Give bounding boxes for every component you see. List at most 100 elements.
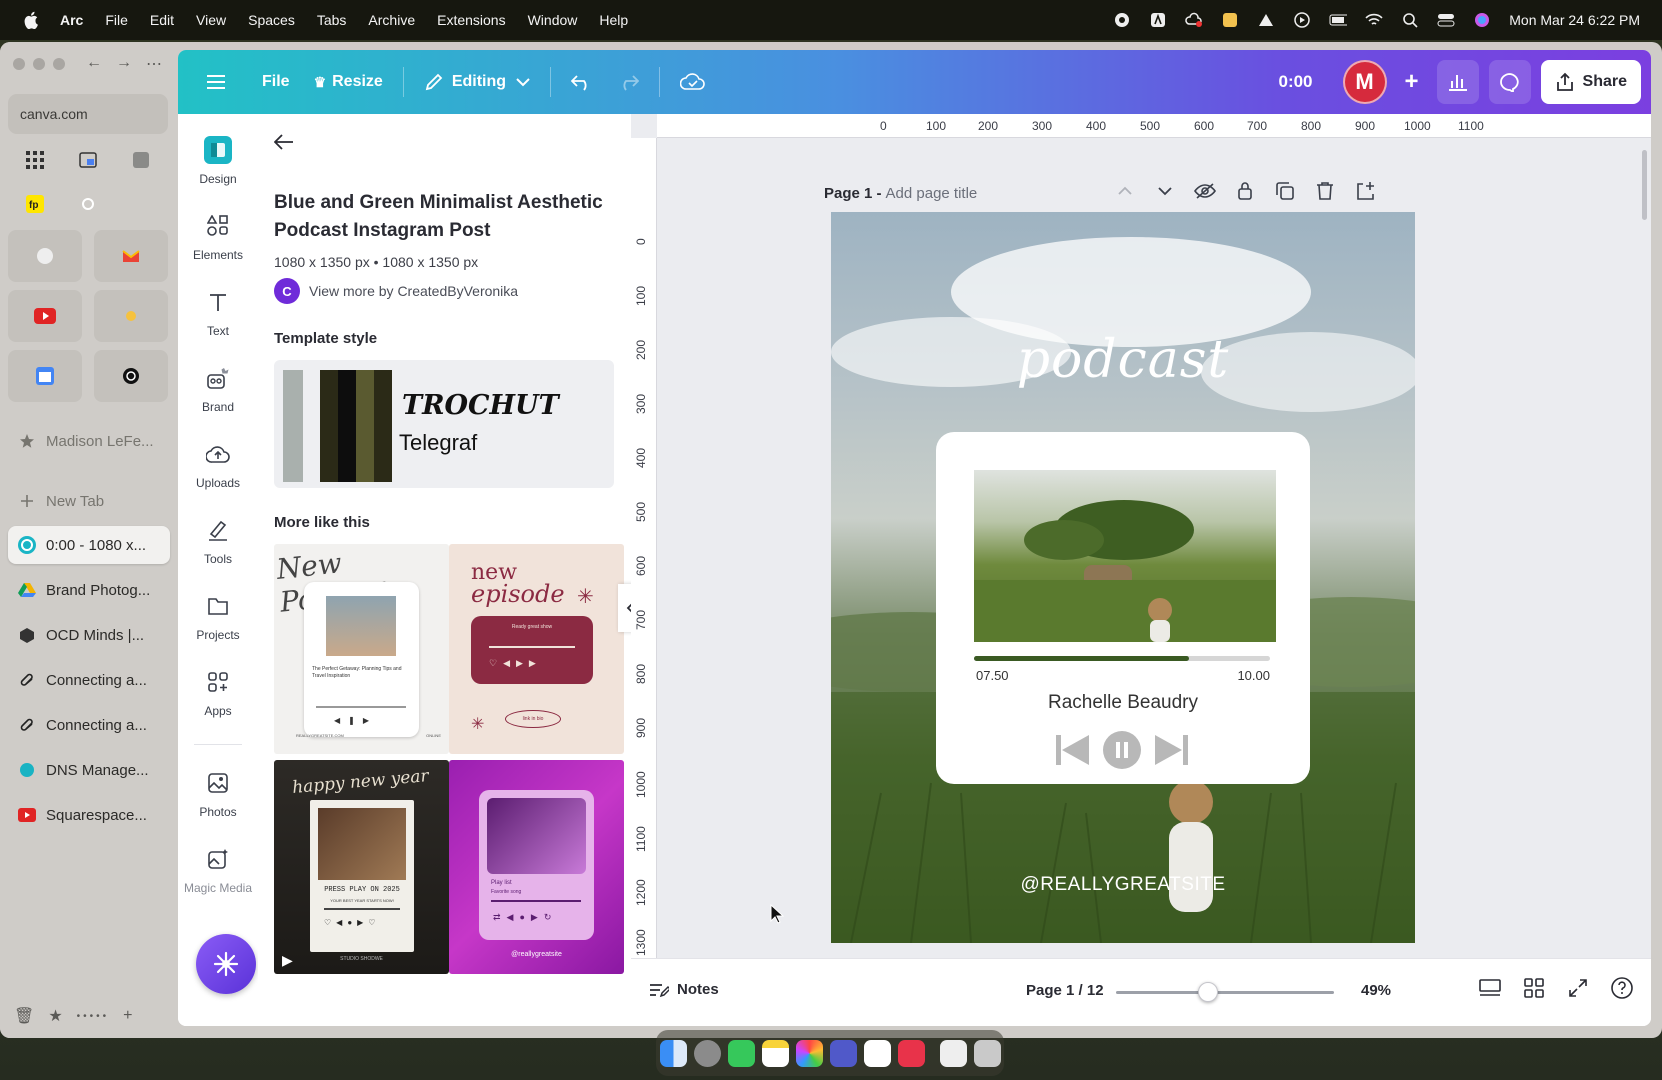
chevron-down-icon[interactable] [1154, 180, 1176, 202]
editing-mode-dropdown[interactable]: Editing [412, 62, 542, 102]
player-progress-bar[interactable] [974, 656, 1270, 661]
fullscreen-icon[interactable] [1567, 977, 1589, 999]
player-card[interactable]: 07.50 10.00 Rachelle Beaudry [936, 432, 1310, 784]
menu-window[interactable]: Window [528, 12, 578, 28]
cluster-icon[interactable] [897, 1039, 925, 1067]
tab-brand-photog[interactable]: Brand Photog... [8, 571, 170, 609]
template-thumb-new-podcast[interactable]: New Podcast The Perfect Getaway: Plannin… [274, 544, 449, 754]
skip-forward-icon[interactable] [1154, 734, 1188, 771]
lock-icon[interactable] [1234, 180, 1256, 202]
artist-name[interactable]: Rachelle Beaudry [936, 692, 1310, 714]
more-options-icon[interactable]: ⋯ [146, 54, 162, 74]
rail-elements[interactable]: Elements [182, 212, 254, 262]
resize-button[interactable]: ♛ Resize [302, 62, 395, 102]
zoom-slider-handle[interactable] [1197, 982, 1218, 1002]
analytics-button[interactable] [1436, 60, 1479, 104]
share-button[interactable]: Share [1540, 60, 1641, 104]
fav-sun-icon[interactable] [94, 290, 168, 342]
slack-icon[interactable] [863, 1039, 891, 1067]
finder-icon[interactable] [659, 1039, 687, 1067]
record-icon[interactable] [1113, 12, 1131, 28]
design-heading[interactable]: podcast [831, 330, 1415, 390]
siri-icon[interactable] [1473, 12, 1491, 28]
fav-dot-icon[interactable] [61, 186, 114, 222]
design-handle[interactable]: @REALLYGREATSITE [831, 874, 1415, 896]
battery-icon[interactable] [1329, 12, 1348, 28]
teams-icon[interactable] [829, 1039, 857, 1067]
rail-brand[interactable]: Brand [182, 364, 254, 414]
fav-circle-icon[interactable] [8, 230, 82, 282]
tab-connecting-1[interactable]: Connecting a... [8, 661, 170, 699]
rail-magic-media[interactable]: Magic Media [182, 845, 254, 895]
add-space-icon[interactable]: + [123, 1007, 132, 1025]
rail-uploads[interactable]: Uploads [182, 440, 254, 490]
rail-projects[interactable]: Projects [182, 592, 254, 642]
fav-chatgpt-icon[interactable] [94, 350, 168, 402]
menu-tabs[interactable]: Tabs [317, 12, 347, 28]
rail-text[interactable]: Text [182, 288, 254, 338]
vertical-scrollbar[interactable] [1642, 150, 1647, 220]
tab-squarespace[interactable]: Squarespace... [8, 796, 170, 834]
settings-icon[interactable] [693, 1039, 721, 1067]
help-icon[interactable] [1611, 977, 1633, 999]
magic-assistant-button[interactable] [196, 934, 256, 994]
template-thumb-new-episode[interactable]: new episode ✳ Ready great show ♡◀▶▶ link… [449, 544, 624, 754]
wifi-icon[interactable] [1365, 12, 1383, 28]
fav-youtube-icon[interactable] [8, 290, 82, 342]
close-window-button[interactable] [13, 58, 25, 70]
chevron-up-icon[interactable] [1114, 180, 1136, 202]
tab-connecting-2[interactable]: Connecting a... [8, 706, 170, 744]
add-page-icon[interactable] [1354, 180, 1376, 202]
photos-app-icon[interactable] [795, 1039, 823, 1067]
pinned-tab[interactable]: Madison LeFe... [8, 422, 170, 460]
delete-page-icon[interactable] [1314, 180, 1336, 202]
menu-button[interactable] [194, 62, 238, 102]
menu-edit[interactable]: Edit [150, 12, 174, 28]
tab-canva[interactable]: 0:00 - 1080 x... [8, 526, 170, 564]
rail-design[interactable]: Design [182, 136, 254, 186]
text-tool-icon[interactable] [1149, 12, 1167, 28]
template-thumb-playlist[interactable]: Play list Favorite song ⇄◀●▶↻ @reallygre… [449, 760, 624, 974]
design-page[interactable]: podcast 07.50 10.00 Rachelle Beaudry @RE… [831, 212, 1415, 943]
cloud-save-button[interactable] [668, 62, 718, 102]
menu-extensions[interactable]: Extensions [437, 12, 505, 28]
duplicate-page-icon[interactable] [1274, 180, 1296, 202]
skip-back-icon[interactable] [1056, 734, 1090, 771]
drive-tray-icon[interactable] [1257, 12, 1275, 28]
back-arrow-icon[interactable]: ← [86, 54, 102, 74]
tab-dns-manage[interactable]: DNS Manage... [8, 751, 170, 789]
control-center-icon[interactable] [1437, 12, 1455, 28]
fav-gmail-icon[interactable] [94, 230, 168, 282]
space-star-icon[interactable]: ★ [48, 1006, 62, 1026]
forward-arrow-icon[interactable]: → [116, 54, 132, 74]
template-thumb-happy-new-year[interactable]: happy new year PRESS PLAY ON 2025 YOUR B… [274, 760, 449, 974]
fav-window-icon[interactable] [61, 142, 114, 178]
zoom-level[interactable]: 49% [1361, 982, 1391, 999]
pause-icon[interactable] [1102, 730, 1142, 775]
page-view-icon[interactable] [1479, 977, 1501, 999]
avatar[interactable]: M [1342, 60, 1387, 104]
menu-view[interactable]: View [196, 12, 226, 28]
minimize-window-button[interactable] [33, 58, 45, 70]
zoom-window-button[interactable] [53, 58, 65, 70]
page-indicator[interactable]: Page 1 / 12 [1026, 982, 1104, 999]
timer[interactable]: 0:00 [1278, 72, 1312, 92]
fav-calendar-icon[interactable] [8, 350, 82, 402]
menu-archive[interactable]: Archive [368, 12, 415, 28]
notes-app-icon[interactable] [761, 1039, 789, 1067]
collapse-panel-button[interactable] [618, 584, 631, 632]
template-style-card[interactable]: TROCHUT Telegraf [274, 360, 614, 488]
app-tray-icon[interactable] [1221, 12, 1239, 28]
back-button[interactable] [273, 134, 294, 155]
apple-menu-icon[interactable] [22, 11, 42, 29]
page-title-input[interactable]: Add page title [886, 185, 978, 202]
menubar-clock[interactable]: Mon Mar 24 6:22 PM [1509, 12, 1640, 28]
menu-help[interactable]: Help [599, 12, 628, 28]
redo-button[interactable] [605, 62, 651, 102]
new-tab-button[interactable]: New Tab [8, 482, 170, 520]
zoom-slider[interactable] [1116, 982, 1334, 1002]
fav-fp-icon[interactable]: fp [8, 186, 61, 222]
rail-tools[interactable]: Tools [182, 516, 254, 566]
add-collaborator-icon[interactable]: + [1405, 68, 1419, 96]
document-icon[interactable] [939, 1039, 967, 1067]
